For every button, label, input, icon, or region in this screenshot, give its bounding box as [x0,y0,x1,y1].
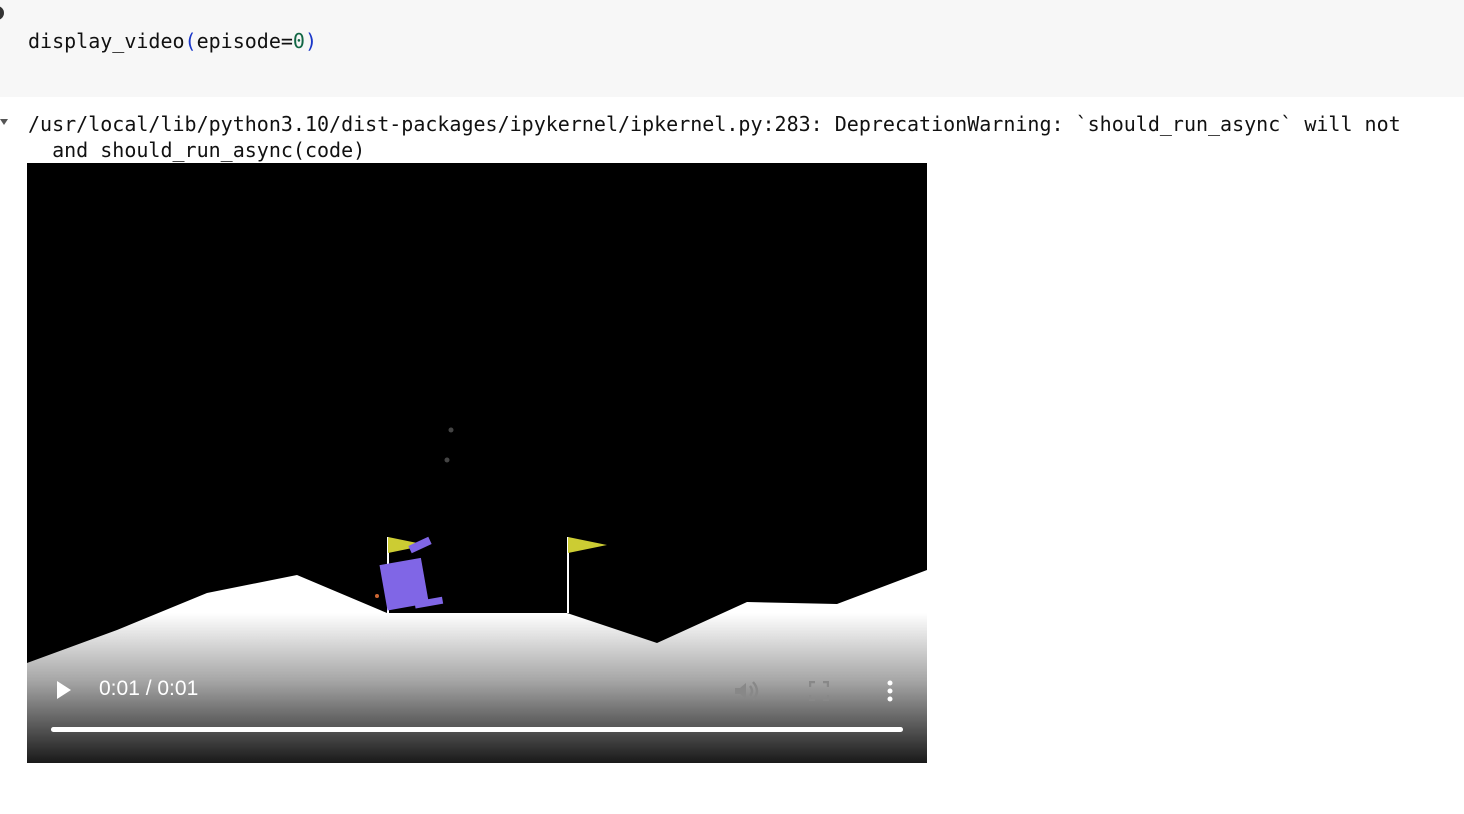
lander-leg [408,536,432,554]
stderr-line-2: and should_run_async(code) [28,138,366,162]
code-close-paren: ) [304,29,318,53]
play-icon[interactable] [57,681,71,699]
output-stderr: /usr/local/lib/python3.10/dist-packages/… [28,111,1401,163]
particle [448,427,454,433]
code-cell-input[interactable]: display_video(episode=0) [0,0,1464,97]
lander [379,557,444,611]
progress-bar[interactable] [51,727,903,732]
output-toggle-icon[interactable] [0,119,8,125]
particle [375,594,379,598]
run-cell-icon[interactable] [0,6,4,20]
time-display: 0:01 / 0:01 [99,677,199,700]
volume-muted-icon[interactable] [733,679,761,703]
code-arg-value: 0 [292,29,305,53]
code-function-name: display_video [28,29,185,53]
fullscreen-icon[interactable] [809,681,829,701]
progress-fill [51,727,903,732]
flag-right [568,537,607,553]
code-open-paren: ( [184,29,197,53]
video-player[interactable]: 0:01 / 0:01 [27,163,927,763]
code-arg-name: episode= [196,29,293,53]
particle [444,457,450,463]
code-line[interactable]: display_video(episode=0) [28,28,317,54]
more-options-icon[interactable] [883,680,897,702]
stderr-line-1: /usr/local/lib/python3.10/dist-packages/… [28,112,1401,136]
